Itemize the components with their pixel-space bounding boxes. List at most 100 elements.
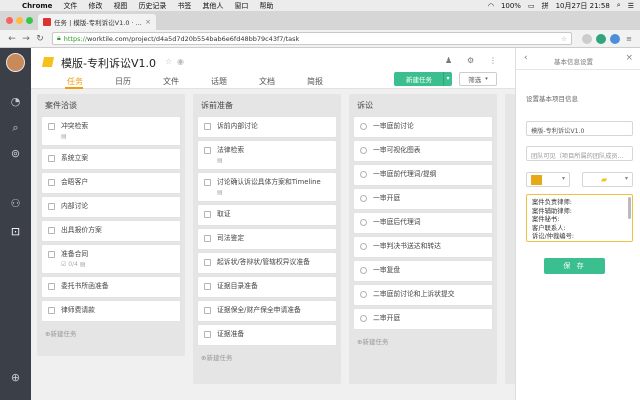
task-card[interactable]: 一审庭前代理词/提纲: [353, 164, 493, 186]
datetime[interactable]: 10月27日 21:58: [556, 1, 610, 11]
add-task-button[interactable]: ⊕新建任务: [193, 348, 341, 368]
add-task-button[interactable]: ⊕新建任务: [37, 324, 185, 344]
contacts-icon[interactable]: ⚇: [8, 196, 23, 211]
chrome-menu-icon[interactable]: ≡: [624, 34, 634, 44]
task-checkbox[interactable]: [360, 315, 367, 322]
menu-people[interactable]: 其他人: [202, 1, 223, 11]
task-card[interactable]: 法律检索 ▤: [197, 140, 337, 170]
tab-calendar[interactable]: 日历: [115, 76, 163, 87]
project-name-input[interactable]: 模版-专利诉讼V1.0: [526, 121, 633, 136]
extension-icon[interactable]: [610, 33, 620, 44]
new-task-button[interactable]: 新建任务 ▾: [394, 72, 452, 86]
tab-briefing[interactable]: 简报: [307, 76, 355, 87]
task-checkbox[interactable]: [204, 259, 211, 266]
bookmark-star-icon[interactable]: ☆: [561, 35, 567, 43]
search-icon[interactable]: ⌕: [617, 1, 621, 10]
task-card[interactable]: 律师费请款: [41, 300, 181, 322]
task-checkbox[interactable]: [48, 179, 55, 186]
forward-icon[interactable]: →: [20, 34, 32, 44]
task-checkbox[interactable]: [204, 211, 211, 218]
filter-button[interactable]: 筛选 ▾: [459, 72, 497, 86]
task-card[interactable]: 证据准备: [197, 324, 337, 346]
menu-history[interactable]: 历史记录: [138, 1, 166, 11]
task-checkbox[interactable]: [360, 219, 367, 226]
description-textarea[interactable]: 案件负责律师: 案件辅助律师: 案件秘书: 客户联系人: 诉讼/仲裁编号:: [526, 194, 633, 242]
window-close-icon[interactable]: [6, 17, 13, 24]
task-checkbox[interactable]: [204, 235, 211, 242]
back-icon[interactable]: ←: [6, 34, 18, 44]
task-card[interactable]: 证据保全/财产保全申请准备: [197, 300, 337, 322]
back-icon[interactable]: ‹: [524, 53, 528, 63]
textarea-scrollbar[interactable]: [628, 197, 631, 219]
save-button[interactable]: 保 存: [544, 258, 605, 274]
dashboard-icon[interactable]: ◔: [8, 94, 23, 109]
task-checkbox[interactable]: [48, 283, 55, 290]
task-checkbox[interactable]: [360, 123, 367, 130]
avatar[interactable]: [6, 53, 25, 72]
column-title[interactable]: 案件洽谈: [37, 94, 185, 116]
task-checkbox[interactable]: [204, 179, 211, 186]
task-checkbox[interactable]: [48, 227, 55, 234]
menu-app-chrome[interactable]: Chrome: [22, 2, 52, 10]
icon-picker[interactable]: ▰ ▾: [582, 172, 633, 187]
gear-icon[interactable]: ⚙: [467, 56, 474, 65]
task-card[interactable]: 取证: [197, 204, 337, 226]
task-card[interactable]: 一审判决书送达和转达: [353, 236, 493, 258]
visibility-icon[interactable]: ◉: [177, 57, 184, 66]
task-checkbox[interactable]: [360, 171, 367, 178]
close-icon[interactable]: ×: [625, 53, 633, 63]
task-card[interactable]: 一审庭后代理词: [353, 212, 493, 234]
wifi-icon[interactable]: ◠: [488, 2, 494, 10]
menu-file[interactable]: 文件: [63, 1, 77, 11]
task-checkbox[interactable]: [204, 283, 211, 290]
task-checkbox[interactable]: [204, 147, 211, 154]
task-checkbox[interactable]: [360, 291, 367, 298]
task-card[interactable]: 二审开庭: [353, 308, 493, 330]
reload-icon[interactable]: ↻: [34, 34, 46, 44]
task-card[interactable]: 委托书所函准备: [41, 276, 181, 298]
tab-files[interactable]: 文件: [163, 76, 211, 87]
task-card[interactable]: 内部讨论: [41, 196, 181, 218]
task-card[interactable]: 讨论确认诉讼具体方案和Timeline ▤: [197, 172, 337, 202]
task-checkbox[interactable]: [204, 307, 211, 314]
extension-icon[interactable]: [596, 33, 606, 44]
tab-tasks[interactable]: 任务: [67, 76, 115, 87]
task-card[interactable]: 冲突检索 ▤: [41, 116, 181, 146]
lock-icon[interactable]: 🔒︎: [57, 34, 61, 43]
column-title[interactable]: 诉讼: [349, 94, 497, 116]
star-icon[interactable]: ☆: [165, 57, 172, 66]
task-card[interactable]: 一审复盘: [353, 260, 493, 282]
task-checkbox[interactable]: [48, 123, 55, 130]
list-icon[interactable]: ☰: [628, 2, 634, 10]
task-card[interactable]: 证据目录准备: [197, 276, 337, 298]
extension-icon[interactable]: [582, 33, 592, 44]
add-task-button[interactable]: ⊕新建任务: [349, 332, 497, 352]
task-card[interactable]: 一审开庭: [353, 188, 493, 210]
input-method-icon[interactable]: 拼: [542, 1, 549, 11]
task-card[interactable]: 二审庭前讨论和上诉状提交: [353, 284, 493, 306]
menu-help[interactable]: 帮助: [259, 1, 273, 11]
tab-close-icon[interactable]: ×: [145, 18, 151, 26]
task-card[interactable]: 诉前内部讨论: [197, 116, 337, 138]
member-icon[interactable]: ♟: [445, 56, 452, 65]
task-checkbox[interactable]: [360, 147, 367, 154]
task-checkbox[interactable]: [360, 267, 367, 274]
task-card[interactable]: 一审可视化图表: [353, 140, 493, 162]
task-card[interactable]: 一审庭前讨论: [353, 116, 493, 138]
menu-view[interactable]: 视图: [113, 1, 127, 11]
task-checkbox[interactable]: [48, 155, 55, 162]
visibility-select[interactable]: 团队可见（项目所属的团队成员...: [526, 146, 633, 161]
task-checkbox[interactable]: [360, 195, 367, 202]
task-checkbox[interactable]: [360, 243, 367, 250]
task-card[interactable]: 司法鉴定: [197, 228, 337, 250]
task-checkbox[interactable]: [48, 251, 55, 258]
window-minimize-icon[interactable]: [16, 17, 23, 24]
search-icon[interactable]: ⌕: [8, 120, 23, 135]
browser-tab-active[interactable]: 任务 | 模版-专利诉讼V1.0 · ... ×: [38, 14, 156, 30]
task-card[interactable]: 系统立案: [41, 148, 181, 170]
battery-icon[interactable]: ▭: [528, 2, 535, 10]
menu-edit[interactable]: 修改: [88, 1, 102, 11]
tab-topics[interactable]: 话题: [211, 76, 259, 87]
inbox-icon[interactable]: ⊡: [8, 224, 23, 239]
add-icon[interactable]: ⊕: [8, 370, 23, 385]
